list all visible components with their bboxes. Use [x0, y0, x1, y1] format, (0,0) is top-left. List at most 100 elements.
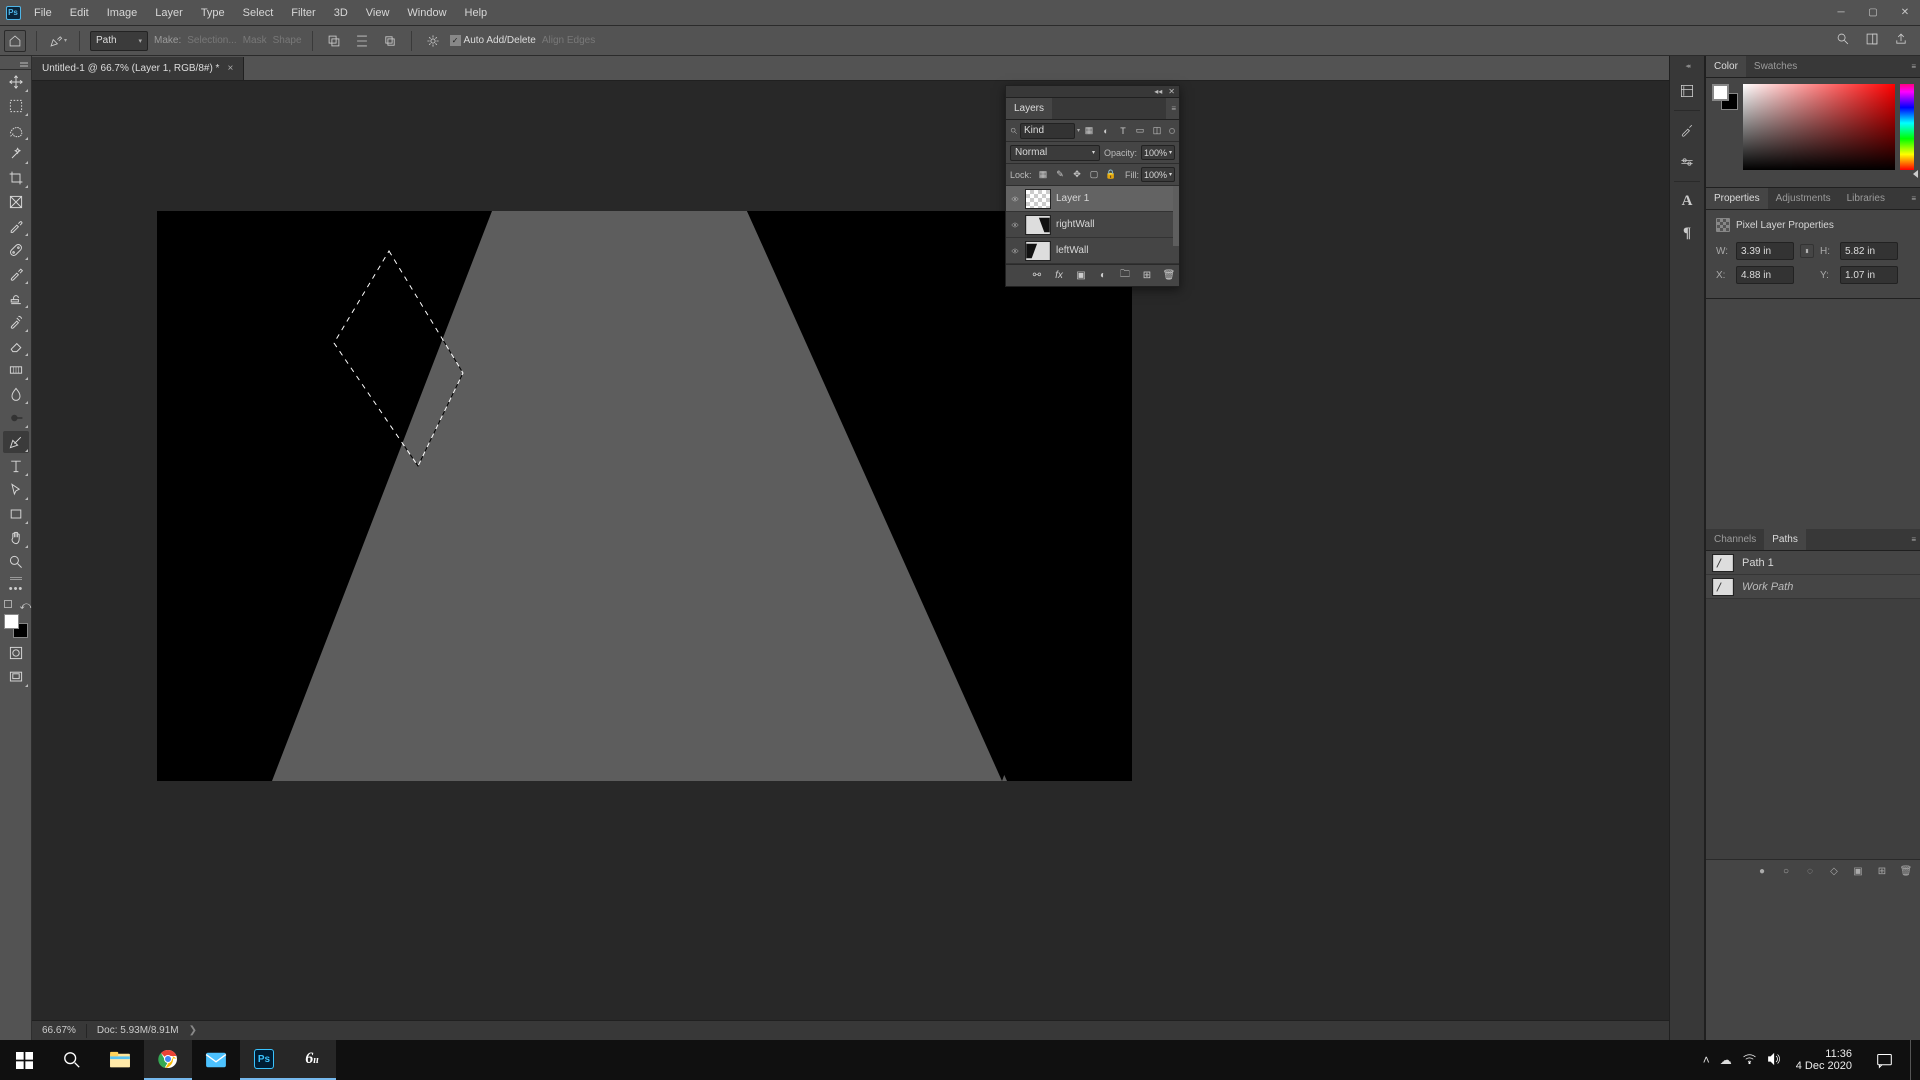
- volume-icon[interactable]: [1767, 1052, 1782, 1069]
- opacity-input[interactable]: 100%▾: [1141, 145, 1175, 160]
- marquee-tool[interactable]: [3, 95, 29, 117]
- menu-type[interactable]: Type: [193, 2, 233, 24]
- path-arrange-icon[interactable]: [379, 30, 401, 52]
- menu-select[interactable]: Select: [235, 2, 282, 24]
- collapse-icon[interactable]: ◂◂: [1154, 87, 1162, 96]
- group-icon[interactable]: 🗀: [1119, 270, 1131, 282]
- lock-pixels-icon[interactable]: ✎: [1055, 169, 1066, 180]
- crop-tool[interactable]: [3, 167, 29, 189]
- hue-strip[interactable]: [1900, 84, 1914, 170]
- fill-input[interactable]: 100%▾: [1141, 167, 1175, 182]
- toolbar-handle[interactable]: [0, 56, 31, 70]
- layer-row[interactable]: Layer 1: [1006, 186, 1179, 212]
- start-button[interactable]: [0, 1040, 48, 1080]
- delete-path-icon[interactable]: 🗑: [1900, 866, 1912, 878]
- app-button[interactable]: 6ıı: [288, 1040, 336, 1080]
- close-button[interactable]: ✕: [1890, 1, 1920, 25]
- doc-size[interactable]: Doc: 5.93M/8.91M: [97, 1025, 179, 1036]
- filter-adjust-icon[interactable]: ◐: [1099, 124, 1113, 138]
- path-to-sel-icon[interactable]: ◌: [1804, 866, 1816, 878]
- color-tab[interactable]: Color: [1706, 56, 1746, 77]
- layer-row[interactable]: leftWall: [1006, 238, 1179, 264]
- search-icon[interactable]: [1836, 32, 1850, 49]
- wand-tool[interactable]: [3, 143, 29, 165]
- workspace-icon[interactable]: [1865, 32, 1879, 49]
- properties-tab[interactable]: Properties: [1706, 188, 1768, 209]
- character-panel-icon[interactable]: A: [1673, 188, 1701, 214]
- mask-icon[interactable]: ▣: [1075, 270, 1087, 282]
- adjustments-tab[interactable]: Adjustments: [1768, 188, 1839, 209]
- edit-toolbar[interactable]: •••: [3, 582, 29, 596]
- screenmode-tool[interactable]: [3, 666, 29, 688]
- stamp-tool[interactable]: [3, 287, 29, 309]
- swatches-tab[interactable]: Swatches: [1746, 56, 1805, 77]
- menu-help[interactable]: Help: [457, 2, 496, 24]
- tray-expand-icon[interactable]: ˄: [1703, 1053, 1710, 1067]
- quickmask-tool[interactable]: [3, 642, 29, 664]
- photoshop-button[interactable]: Ps: [240, 1040, 288, 1080]
- healing-tool[interactable]: [3, 239, 29, 261]
- mode-select[interactable]: Path ▾: [90, 31, 148, 51]
- notification-icon[interactable]: [1866, 1040, 1902, 1080]
- visibility-icon[interactable]: [1010, 194, 1020, 204]
- paths-tab[interactable]: Paths: [1764, 529, 1806, 550]
- make-selection[interactable]: Selection...: [187, 35, 236, 46]
- link-layers-icon[interactable]: ⚯: [1031, 270, 1043, 282]
- filter-toggle[interactable]: [1169, 128, 1175, 134]
- path-select-tool[interactable]: [3, 479, 29, 501]
- path-row[interactable]: Path 1: [1706, 551, 1920, 575]
- layers-scrollbar[interactable]: [1173, 186, 1179, 246]
- dock-collapse[interactable]: ◂◂: [1670, 62, 1704, 70]
- layers-filter-input[interactable]: [1020, 123, 1075, 139]
- fx-icon[interactable]: fx: [1053, 270, 1065, 282]
- system-tray[interactable]: ˄ ☁: [1703, 1052, 1782, 1069]
- home-button[interactable]: [4, 30, 26, 52]
- visibility-icon[interactable]: [1010, 220, 1020, 230]
- canvas[interactable]: [32, 81, 1669, 1020]
- brushes-panel-icon[interactable]: [1673, 117, 1701, 143]
- chrome-button[interactable]: [144, 1040, 192, 1080]
- make-shape[interactable]: Shape: [273, 35, 302, 46]
- gear-icon[interactable]: [422, 30, 444, 52]
- close-panel-icon[interactable]: ✕: [1168, 87, 1175, 96]
- menu-layer[interactable]: Layer: [147, 2, 191, 24]
- path-align-icon[interactable]: [351, 30, 373, 52]
- dodge-tool[interactable]: [3, 407, 29, 429]
- history-brush-tool[interactable]: [3, 311, 29, 333]
- menu-file[interactable]: File: [26, 2, 60, 24]
- menu-window[interactable]: Window: [399, 2, 454, 24]
- color-fgbg[interactable]: [1712, 84, 1738, 110]
- layers-tab[interactable]: Layers: [1006, 98, 1052, 119]
- menu-view[interactable]: View: [358, 2, 398, 24]
- lock-all-icon[interactable]: 🔒: [1106, 169, 1117, 180]
- maximize-button[interactable]: ▢: [1858, 1, 1888, 25]
- filter-smart-icon[interactable]: ◫: [1150, 124, 1164, 138]
- rectangle-tool[interactable]: [3, 503, 29, 525]
- sel-to-path-icon[interactable]: ◇: [1828, 866, 1840, 878]
- mail-button[interactable]: [192, 1040, 240, 1080]
- clock[interactable]: 11:36 4 Dec 2020: [1790, 1048, 1858, 1072]
- x-input[interactable]: [1736, 266, 1794, 284]
- path-row[interactable]: Work Path: [1706, 575, 1920, 599]
- blur-tool[interactable]: [3, 383, 29, 405]
- stroke-path-icon[interactable]: ○: [1780, 866, 1792, 878]
- default-swap-colors[interactable]: ⤺: [4, 600, 28, 610]
- new-path-icon[interactable]: ⊞: [1876, 866, 1888, 878]
- close-tab-icon[interactable]: ×: [227, 63, 233, 74]
- filter-dropdown-icon[interactable]: ▾: [1077, 127, 1080, 134]
- gradient-tool[interactable]: [3, 359, 29, 381]
- menu-filter[interactable]: Filter: [283, 2, 323, 24]
- mask-path-icon[interactable]: ▣: [1852, 866, 1864, 878]
- history-panel-icon[interactable]: [1673, 78, 1701, 104]
- delete-layer-icon[interactable]: 🗑: [1163, 270, 1175, 282]
- wifi-icon[interactable]: [1742, 1052, 1757, 1068]
- layer-row[interactable]: rightWall: [1006, 212, 1179, 238]
- properties-panel-menu[interactable]: ≡: [1905, 194, 1920, 203]
- color-panel-menu[interactable]: ≡: [1905, 62, 1920, 71]
- filter-type-icon[interactable]: T: [1116, 124, 1130, 138]
- auto-add-delete-checkbox[interactable]: ✓ Auto Add/Delete: [450, 35, 536, 46]
- pen-tool[interactable]: [3, 431, 29, 453]
- brush-settings-icon[interactable]: [1673, 149, 1701, 175]
- onedrive-icon[interactable]: ☁: [1720, 1053, 1732, 1067]
- path-op-combine-icon[interactable]: [323, 30, 345, 52]
